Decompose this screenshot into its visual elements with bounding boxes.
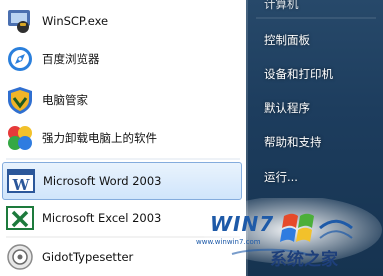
excel-icon bbox=[5, 203, 35, 233]
program-item-winscp[interactable]: WinSCP.exe bbox=[2, 2, 242, 40]
watermark-logo: WIN7 系统之家 www.winwin7.com bbox=[192, 198, 383, 276]
gidot-icon bbox=[5, 242, 35, 272]
svg-text:W: W bbox=[12, 176, 31, 194]
uninstall-icon bbox=[5, 123, 35, 153]
watermark-logo-text: WIN7 bbox=[210, 212, 275, 236]
program-label: WinSCP.exe bbox=[42, 14, 109, 28]
program-item-uninstaller[interactable]: 强力卸载电脑上的软件 bbox=[2, 119, 242, 157]
watermark-site-text: 系统之家 bbox=[270, 250, 338, 270]
program-label: 电脑管家 bbox=[42, 93, 88, 107]
program-label: 强力卸载电脑上的软件 bbox=[42, 131, 157, 145]
program-label: Microsoft Excel 2003 bbox=[42, 211, 162, 225]
program-item-pc-manager[interactable]: 电脑管家 bbox=[2, 81, 242, 119]
program-label: GidotTypesetter bbox=[42, 250, 134, 264]
watermark-url: www.winwin7.com bbox=[196, 238, 261, 246]
baidu-browser-icon bbox=[5, 44, 35, 74]
program-item-word[interactable]: W Microsoft Word 2003 bbox=[2, 162, 242, 200]
program-item-baidu-browser[interactable]: 百度浏览器 bbox=[2, 40, 242, 78]
pc-manager-icon bbox=[5, 85, 35, 115]
program-label: 百度浏览器 bbox=[42, 52, 100, 66]
winscp-icon bbox=[5, 6, 35, 36]
word-icon: W bbox=[6, 166, 36, 196]
program-label: Microsoft Word 2003 bbox=[43, 174, 162, 188]
